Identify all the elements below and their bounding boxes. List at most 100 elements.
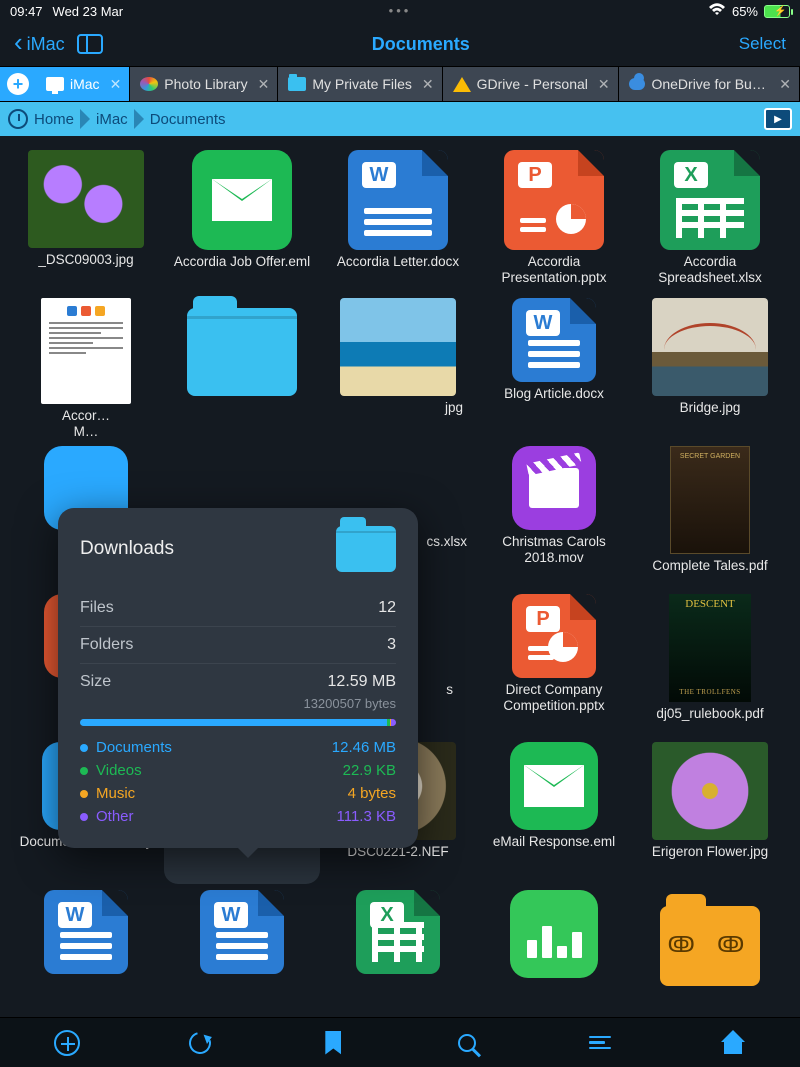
status-time: 09:47: [10, 4, 43, 19]
file-item[interactable]: Bridge.jpg: [632, 292, 788, 440]
legend-row: Other 111.3 KB: [80, 805, 396, 828]
folder-icon: [288, 77, 306, 91]
file-item[interactable]: W: [8, 884, 164, 994]
file-name: Direct Company Competition.pptx: [479, 682, 629, 714]
file-item[interactable]: _DSC09003.jpg: [8, 144, 164, 292]
jpg-thumbnail-icon: [340, 298, 456, 396]
close-tab-icon[interactable]: ✕: [779, 76, 791, 93]
add-tab-button[interactable]: +: [0, 67, 36, 101]
multitask-dots-icon[interactable]: •••: [380, 3, 420, 18]
status-date: Wed 23 Mar: [53, 4, 124, 19]
row-value: 12: [378, 599, 396, 617]
jpg-thumbnail-icon: [28, 150, 144, 248]
close-tab-icon[interactable]: ✕: [258, 76, 270, 93]
close-tab-icon[interactable]: ✕: [598, 76, 610, 93]
airplay-icon[interactable]: ▶: [764, 108, 792, 130]
breadcrumb-item-documents[interactable]: Documents: [150, 111, 226, 128]
back-button[interactable]: ‹ iMac: [14, 34, 65, 55]
chevron-right-icon: [134, 109, 144, 129]
search-button[interactable]: [453, 1029, 481, 1057]
tab-imac[interactable]: iMac ✕: [36, 67, 130, 101]
tab-private-files[interactable]: My Private Files ✕: [278, 67, 442, 101]
google-drive-icon: [453, 77, 471, 92]
file-item[interactable]: Christmas Carols 2018.mov: [476, 440, 632, 588]
numbers-icon: [510, 890, 598, 978]
add-button[interactable]: [53, 1029, 81, 1057]
tab-label: Photo Library: [164, 76, 247, 92]
bar-seg-other: [391, 719, 396, 726]
breadcrumb-item-home[interactable]: Home: [34, 111, 74, 128]
file-item[interactable]: P Accordia Presentation.pptx: [476, 144, 632, 292]
file-name: Bridge.jpg: [680, 400, 741, 416]
row-value: 3: [387, 636, 396, 654]
file-item[interactable]: jpg: [320, 292, 476, 440]
file-item[interactable]: [476, 884, 632, 994]
folder-icon: [660, 906, 760, 986]
close-tab-icon[interactable]: ✕: [422, 76, 434, 93]
breadcrumb-item-imac[interactable]: iMac: [96, 111, 128, 128]
sort-button[interactable]: [586, 1029, 614, 1057]
file-grid: _DSC09003.jpg Accordia Job Offer.eml W A…: [0, 136, 800, 1017]
select-button[interactable]: Select: [739, 34, 786, 54]
history-icon[interactable]: [8, 109, 28, 129]
battery-icon: ⚡: [764, 5, 790, 18]
file-item[interactable]: eMail Response.eml: [476, 736, 632, 884]
document-thumbnail-icon: [41, 298, 131, 404]
back-label: iMac: [27, 34, 65, 55]
docx-icon: W: [348, 150, 448, 250]
file-item[interactable]: SECRET GARDEN Complete Tales.pdf: [632, 440, 788, 588]
dot-icon: [80, 767, 88, 775]
reload-icon: [185, 1027, 215, 1057]
file-item[interactable]: W Accordia Letter.docx: [320, 144, 476, 292]
file-item[interactable]: X: [320, 884, 476, 994]
breadcrumb: Home iMac Documents ▶: [0, 102, 800, 136]
file-name: Accordia Spreadsheet.xlsx: [635, 254, 785, 286]
tab-label: iMac: [70, 76, 100, 92]
folder-icon: [336, 526, 396, 572]
file-item[interactable]: [164, 292, 320, 440]
row-key: Size: [80, 673, 111, 691]
file-item[interactable]: W Blog Article.docx: [476, 292, 632, 440]
legend-row: Documents 12.46 MB: [80, 736, 396, 759]
legend-label: Other: [96, 808, 134, 825]
file-item[interactable]: X Accordia Spreadsheet.xlsx: [632, 144, 788, 292]
tab-gdrive[interactable]: GDrive - Personal ✕: [443, 67, 619, 101]
file-name: Blog Article.docx: [504, 386, 604, 402]
legend-value: 12.46 MB: [332, 739, 396, 756]
bookmark-button[interactable]: [319, 1029, 347, 1057]
file-name: Accor…M…: [62, 408, 110, 440]
dot-icon: [80, 790, 88, 798]
file-item[interactable]: W: [164, 884, 320, 994]
tab-photo-library[interactable]: Photo Library ✕: [130, 67, 278, 101]
folder-icon: [187, 308, 297, 396]
file-name: Accordia Letter.docx: [337, 254, 459, 270]
bottom-toolbar: [0, 1017, 800, 1067]
file-item[interactable]: Accor…M…: [8, 292, 164, 440]
tab-onedrive[interactable]: OneDrive for Business ✕: [619, 67, 800, 101]
pptx-icon: P: [504, 150, 604, 250]
dot-icon: [80, 744, 88, 752]
file-item[interactable]: DESCENT THE TROLLFENS dj05_rulebook.pdf: [632, 588, 788, 736]
file-name: dj05_rulebook.pdf: [656, 706, 763, 722]
file-item[interactable]: [632, 884, 788, 994]
docx-icon: W: [44, 890, 128, 974]
monitor-icon: [46, 77, 64, 91]
size-bytes: 13200507 bytes: [80, 696, 396, 711]
file-item[interactable]: Erigeron Flower.jpg: [632, 736, 788, 884]
reload-button[interactable]: [186, 1029, 214, 1057]
search-icon: [458, 1034, 476, 1052]
legend-row: Videos 22.9 KB: [80, 759, 396, 782]
xlsx-icon: X: [660, 150, 760, 250]
chevron-right-icon: [80, 109, 90, 129]
file-item[interactable]: P Direct Company Competition.pptx: [476, 588, 632, 736]
home-button[interactable]: [719, 1029, 747, 1057]
onedrive-cloud-icon: [629, 78, 646, 90]
close-tab-icon[interactable]: ✕: [110, 76, 122, 93]
file-name: _DSC09003.jpg: [38, 252, 133, 268]
sidebar-toggle-icon[interactable]: [77, 34, 103, 54]
file-name: Christmas Carols 2018.mov: [479, 534, 629, 566]
wifi-icon: [708, 3, 726, 19]
file-item[interactable]: Accordia Job Offer.eml: [164, 144, 320, 292]
jpg-thumbnail-icon: [652, 742, 768, 840]
popover-row-files: Files 12: [80, 590, 396, 627]
